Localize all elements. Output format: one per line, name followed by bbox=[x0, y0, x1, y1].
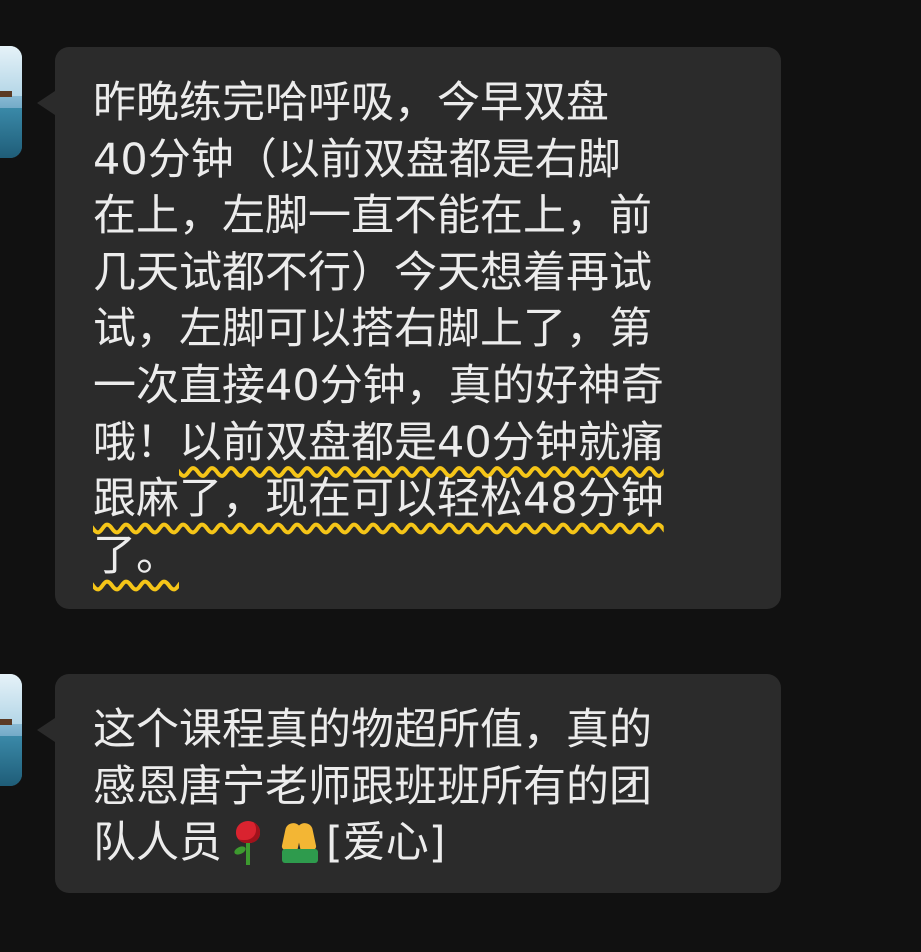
highlighted-text: 以前双盘都是40分钟就痛 bbox=[179, 417, 664, 468]
avatar-sky bbox=[0, 46, 22, 97]
message-line: 哦！以前双盘都是40分钟就痛 bbox=[93, 415, 741, 472]
message-line: 昨晚练完哈呼吸，今早双盘 bbox=[93, 78, 609, 128]
message-line: 一次直接40分钟，真的好神奇 bbox=[93, 360, 664, 411]
avatar-sea bbox=[0, 735, 22, 786]
rose-icon bbox=[226, 817, 270, 866]
message-bubble[interactable]: 这个课程真的物超所值，真的 感恩唐宁老师跟班班所有的团 队人员 [爱心] bbox=[37, 674, 781, 893]
avatar-sea bbox=[0, 107, 22, 158]
avatar[interactable] bbox=[0, 674, 22, 786]
highlighted-text: 了。 bbox=[93, 530, 179, 581]
message-line: 了。 bbox=[93, 528, 741, 585]
message-line: 感恩唐宁老师跟班班所有的团 bbox=[93, 761, 652, 812]
message-line: 在上，左脚一直不能在上，前 bbox=[93, 191, 652, 242]
message-line: 队人员 [爱心] bbox=[93, 815, 741, 872]
message-text: 队人员 bbox=[93, 818, 222, 869]
message-line: 几天试都不行）今天想着再试 bbox=[93, 247, 652, 298]
avatar[interactable] bbox=[0, 46, 22, 158]
message-line: 40分钟（以前双盘都是右脚 bbox=[93, 134, 621, 185]
message-line: 试，左脚可以搭右脚上了，第 bbox=[93, 304, 652, 355]
highlighted-text: 跟麻了，现在可以轻松48分钟 bbox=[93, 474, 664, 525]
avatar-sky bbox=[0, 674, 22, 725]
avatar-pier bbox=[0, 718, 12, 725]
heart-emoji-text: [爱心] bbox=[326, 818, 446, 869]
message-line: 这个课程真的物超所值，真的 bbox=[93, 705, 652, 755]
pray-icon bbox=[278, 817, 322, 865]
avatar-pier bbox=[0, 90, 12, 97]
message-text: 哦！ bbox=[93, 417, 179, 468]
message-bubble[interactable]: 昨晚练完哈呼吸，今早双盘 40分钟（以前双盘都是右脚 在上，左脚一直不能在上，前… bbox=[37, 47, 781, 609]
